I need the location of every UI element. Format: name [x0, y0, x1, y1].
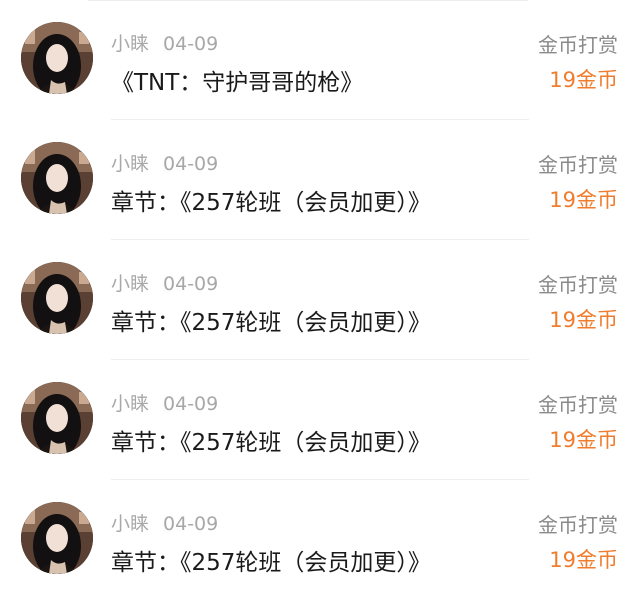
record-date: 04-09 [163, 33, 219, 55]
avatar-portrait-icon [21, 382, 93, 454]
record-title[interactable]: 章节：《257轮班（会员加更）》 [111, 183, 431, 217]
reward-record-item[interactable]: 小睐 04-09 章节：《257轮班（会员加更）》 金币打赏 19金币 [0, 480, 640, 600]
reward-amount: 19金币 [549, 68, 618, 92]
reward-amount: 19金币 [549, 548, 618, 572]
reward-type-label: 金币打赏 [538, 393, 618, 417]
record-title[interactable]: 章节：《257轮班（会员加更）》 [111, 543, 431, 577]
user-name[interactable]: 小睐 [111, 153, 149, 175]
record-meta: 小睐 04-09 [111, 149, 218, 176]
record-meta: 小睐 04-09 [111, 29, 218, 56]
reward-amount: 19金币 [549, 428, 618, 452]
record-title[interactable]: 《TNT：守护哥哥的枪》 [111, 63, 363, 97]
reward-record-item[interactable]: 小睐 04-09 章节：《257轮班（会员加更）》 金币打赏 19金币 [0, 120, 640, 240]
avatar-portrait-icon [21, 22, 93, 94]
record-title[interactable]: 章节：《257轮班（会员加更）》 [111, 303, 431, 337]
avatar[interactable] [21, 502, 93, 574]
reward-type-label: 金币打赏 [538, 513, 618, 537]
reward-amount: 19金币 [549, 308, 618, 332]
reward-type-label: 金币打赏 [538, 33, 618, 57]
reward-amount: 19金币 [549, 188, 618, 212]
reward-record-item[interactable]: 小睐 04-09 《TNT：守护哥哥的枪》 金币打赏 19金币 [0, 0, 640, 120]
avatar-portrait-icon [21, 262, 93, 334]
avatar[interactable] [21, 142, 93, 214]
reward-record-item[interactable]: 小睐 04-09 章节：《257轮班（会员加更）》 金币打赏 19金币 [0, 360, 640, 480]
avatar[interactable] [21, 382, 93, 454]
avatar[interactable] [21, 262, 93, 334]
record-title[interactable]: 章节：《257轮班（会员加更）》 [111, 423, 431, 457]
avatar[interactable] [21, 22, 93, 94]
record-meta: 小睐 04-09 [111, 509, 218, 536]
record-date: 04-09 [163, 513, 219, 535]
record-meta: 小睐 04-09 [111, 389, 218, 416]
reward-type-label: 金币打赏 [538, 273, 618, 297]
avatar-portrait-icon [21, 502, 93, 574]
reward-type-label: 金币打赏 [538, 153, 618, 177]
avatar-portrait-icon [21, 142, 93, 214]
reward-record-item[interactable]: 小睐 04-09 章节：《257轮班（会员加更）》 金币打赏 19金币 [0, 240, 640, 360]
user-name[interactable]: 小睐 [111, 513, 149, 535]
user-name[interactable]: 小睐 [111, 393, 149, 415]
record-date: 04-09 [163, 273, 219, 295]
record-date: 04-09 [163, 393, 219, 415]
record-meta: 小睐 04-09 [111, 269, 218, 296]
record-date: 04-09 [163, 153, 219, 175]
user-name[interactable]: 小睐 [111, 33, 149, 55]
user-name[interactable]: 小睐 [111, 273, 149, 295]
reward-record-list: 小睐 04-09 《TNT：守护哥哥的枪》 金币打赏 19金币 小睐 04-09 章… [0, 0, 640, 609]
